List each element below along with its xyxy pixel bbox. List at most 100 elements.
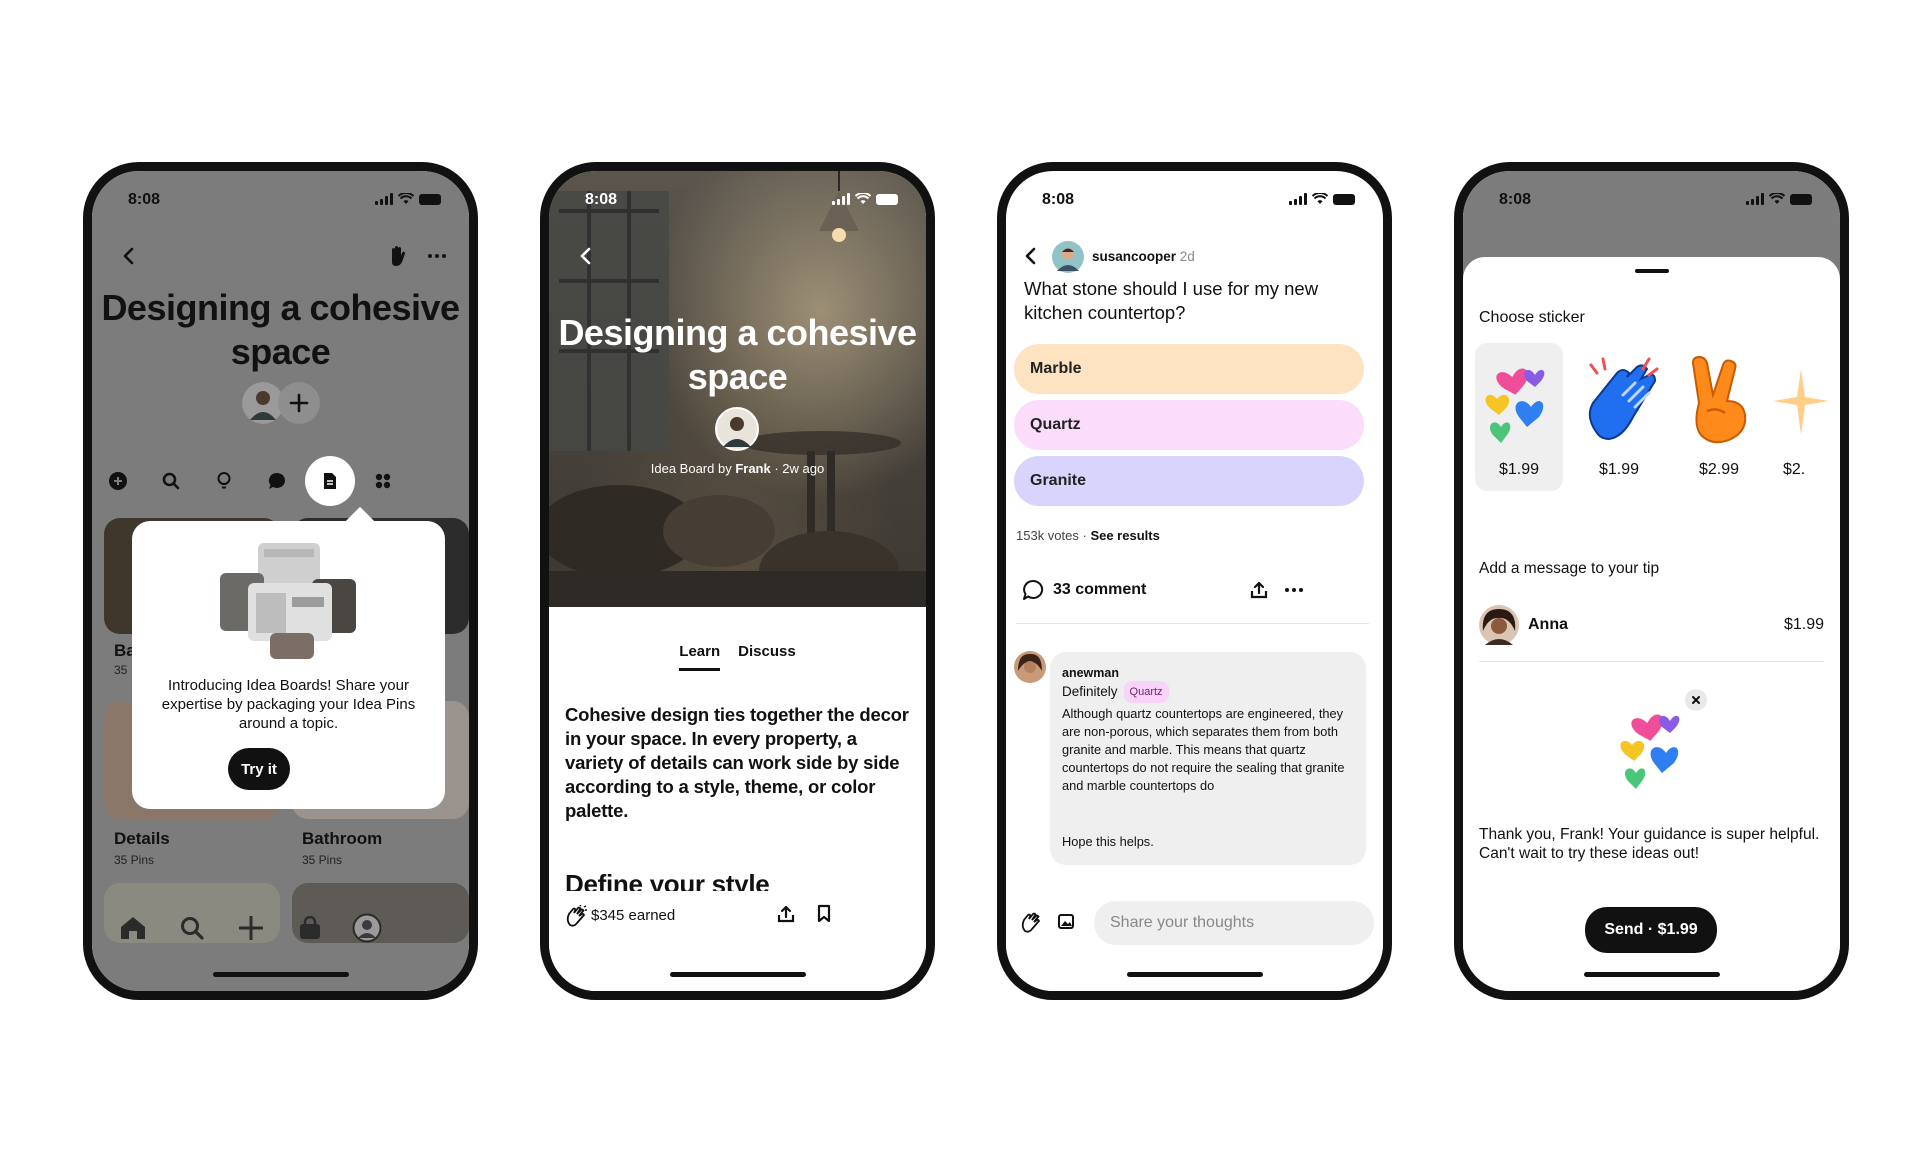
clapping-hands-icon[interactable] [1020,911,1042,933]
status-bar: 8:08 [549,189,926,211]
commenter-avatar[interactable] [1014,651,1046,683]
idea-pins-collage [220,543,356,659]
choose-sticker-label: Choose sticker [1479,309,1585,326]
commenter-name[interactable]: anewman [1062,664,1354,682]
poll-option-marble[interactable]: Marble [1014,344,1364,394]
add-collaborator-button[interactable] [278,382,320,424]
grid-icon [375,473,391,489]
divider [1479,661,1824,662]
section-title: Bathroom [302,829,383,848]
see-results-link[interactable]: See results [1090,528,1159,543]
nav-search[interactable] [177,913,207,943]
nav-home[interactable] [118,913,148,943]
status-time: 8:08 [128,191,161,208]
wifi-icon [398,193,414,204]
popup-message: Introducing Idea Boards! Share your expe… [161,677,416,732]
nav-shop[interactable] [295,913,325,943]
poll-option-granite[interactable]: Granite [1014,456,1364,506]
send-tip-button[interactable]: Send · $1.99 [1585,907,1717,953]
status-bar: 8:08 [92,189,469,211]
comment-count[interactable]: 33 comment [1053,581,1146,599]
nav-create[interactable] [236,913,266,943]
clapping-hands-icon[interactable] [565,905,587,927]
comment-answer: Definitely Quartz [1062,681,1354,703]
post-header: susancooper 2d [1092,249,1195,264]
poll-results: 153k votes · See results [1016,528,1160,543]
back-button[interactable] [571,241,601,271]
peace-hand-sticker-icon [1691,355,1747,444]
byline-author[interactable]: Frank [735,461,770,476]
message-label: Add a message to your tip [1479,560,1660,577]
tab-learn[interactable]: Learn [679,643,721,671]
tab-add[interactable] [104,467,132,495]
tab-all[interactable] [369,467,397,495]
tab-comments[interactable] [263,467,291,495]
sticker-option[interactable]: $2.99 [1675,343,1763,491]
remove-sticker-button[interactable] [1685,689,1707,711]
vote-count: 153k votes · [1016,528,1091,543]
plus-icon [239,916,263,940]
hand-wave-icon [392,246,405,266]
tab-search[interactable] [157,467,185,495]
try-it-button[interactable]: Try it [228,748,290,790]
wifi-icon [1769,193,1785,204]
sparkle-sticker-icon [1773,369,1829,435]
home-indicator [1126,972,1263,977]
wave-button[interactable] [382,241,412,271]
answer-tag: Quartz [1123,681,1169,703]
sheet-grabber[interactable] [1634,269,1669,273]
board-description: Cohesive design ties together the decor … [565,704,909,821]
status-time: 8:08 [585,191,618,208]
byline: Idea Board by Frank · 2w ago [549,461,926,476]
nav-profile[interactable] [352,913,382,943]
battery-icon [1333,194,1355,205]
bookmark-icon[interactable] [817,904,831,923]
battery-icon [876,194,898,205]
more-icon[interactable] [1285,588,1303,592]
back-button[interactable] [114,241,144,271]
battery-icon [1790,194,1812,205]
tab-ideas[interactable] [210,467,238,495]
tab-notes[interactable] [305,456,355,506]
comment-icon[interactable] [1022,579,1044,601]
comment-input[interactable]: Share your thoughts [1094,901,1374,945]
status-icons [375,193,441,205]
section-count: 35 [114,663,128,677]
tab-discuss[interactable]: Discuss [738,643,796,671]
byline-time: · 2w ago [770,461,825,476]
sticker-option[interactable]: $2. [1763,343,1840,491]
search-icon [181,917,204,940]
battery-icon [419,194,441,205]
sticker-price: $1.99 [1598,461,1640,478]
section-count: 35 Pins [302,853,343,867]
more-button[interactable] [422,241,452,271]
sticker-option[interactable]: $1.99 [1475,343,1563,491]
poll-option-quartz[interactable]: Quartz [1014,400,1364,450]
signal-icon [1746,193,1764,205]
phone-poll-post: 8:08 susancooper 2d What stone should I … [997,162,1392,1000]
collaborators [242,382,320,424]
status-time: 8:08 [1499,191,1532,208]
back-button[interactable] [1016,241,1046,271]
idea-board-popup: Introducing Idea Boards! Share your expe… [132,521,445,809]
image-icon[interactable] [1058,914,1074,929]
home-indicator [669,972,806,977]
share-icon[interactable] [777,905,795,923]
author-avatar[interactable] [715,407,759,451]
screen: 8:08 Designing a cohesive space Idea Boa… [549,171,926,991]
home-indicator [1583,972,1720,977]
author-avatar[interactable] [1052,241,1084,273]
plus-circle-icon [109,472,127,490]
status-icons [1289,193,1355,205]
author-name[interactable]: susancooper [1092,249,1176,264]
close-icon [1692,696,1700,704]
profile-icon [352,913,382,943]
share-icon[interactable] [1250,581,1268,599]
tip-message[interactable]: Thank you, Frank! Your guidance is super… [1479,825,1820,863]
home-indicator [212,972,349,977]
sticker-option[interactable]: $1.99 [1575,343,1663,491]
search-icon [162,472,180,490]
sticker-price: $2.99 [1698,461,1740,478]
page-title: Designing a cohesive space [101,287,460,372]
answer-text: Definitely [1062,684,1118,699]
